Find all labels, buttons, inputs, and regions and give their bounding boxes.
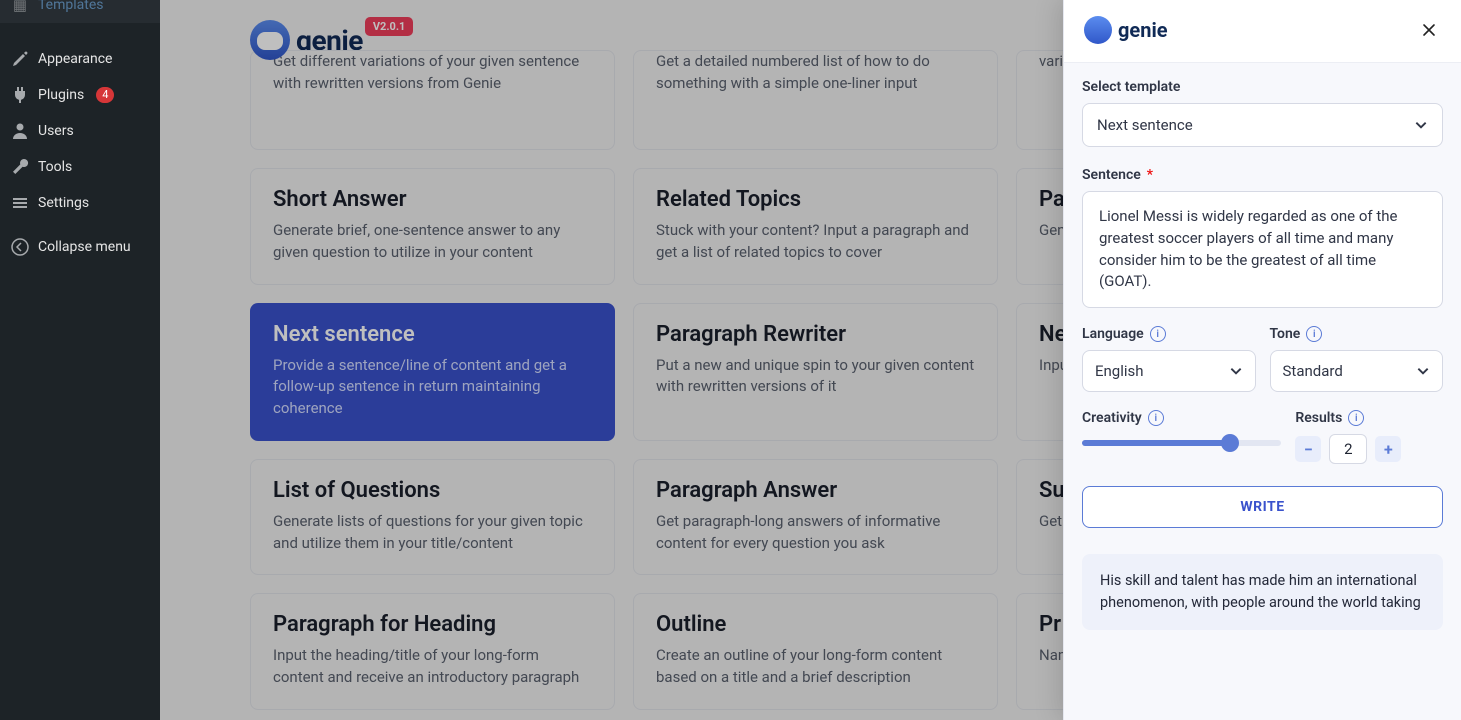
language-value: English xyxy=(1095,362,1144,380)
close-icon xyxy=(1421,22,1437,38)
sidebar-item-tools[interactable]: Tools xyxy=(0,149,160,185)
results-stepper: − 2 + xyxy=(1295,434,1443,464)
sidebar-label: Plugins xyxy=(38,87,84,103)
language-label: Language xyxy=(1082,326,1144,342)
chevron-down-icon xyxy=(1414,118,1428,132)
collapse-icon xyxy=(10,237,30,257)
results-label: Results xyxy=(1295,410,1342,426)
sentence-input[interactable]: Lionel Messi is widely regarded as one o… xyxy=(1082,191,1443,308)
write-button[interactable]: WRITE xyxy=(1082,486,1443,528)
result-text: His skill and talent has made him an int… xyxy=(1100,572,1421,611)
template-select-value: Next sentence xyxy=(1097,116,1193,134)
tone-select[interactable]: Standard xyxy=(1270,350,1444,392)
panel-app-name: genie xyxy=(1118,18,1168,42)
sidebar-item-collapse[interactable]: Collapse menu xyxy=(0,229,160,265)
sentence-label: Sentence xyxy=(1082,167,1141,183)
user-icon xyxy=(10,121,30,141)
template-select[interactable]: Next sentence xyxy=(1082,103,1443,147)
slider-thumb[interactable] xyxy=(1221,434,1239,452)
result-card[interactable]: His skill and talent has made him an int… xyxy=(1082,554,1443,630)
wp-admin-sidebar: ▦ Templates Appearance Plugins 4 Users T… xyxy=(0,0,160,720)
sidebar-label: Users xyxy=(38,123,74,139)
info-icon[interactable]: i xyxy=(1348,410,1364,426)
info-icon[interactable]: i xyxy=(1150,326,1166,342)
genie-mascot-icon xyxy=(1084,16,1112,44)
plugins-badge: 4 xyxy=(96,87,114,103)
sidebar-item-plugins[interactable]: Plugins 4 xyxy=(0,77,160,113)
sidebar-item-users[interactable]: Users xyxy=(0,113,160,149)
close-button[interactable] xyxy=(1417,18,1441,42)
sidebar-item-appearance[interactable]: Appearance xyxy=(0,41,160,77)
chevron-down-icon xyxy=(1229,364,1243,378)
required-indicator: * xyxy=(1147,167,1153,183)
genie-side-panel: genie Select template Next sentence Sent… xyxy=(1063,0,1461,720)
sidebar-label: Collapse menu xyxy=(38,239,131,255)
grid-icon: ▦ xyxy=(10,0,30,15)
sidebar-label: Appearance xyxy=(38,51,112,67)
info-icon[interactable]: i xyxy=(1148,410,1164,426)
sidebar-label: Tools xyxy=(38,159,72,175)
language-select[interactable]: English xyxy=(1082,350,1256,392)
results-value[interactable]: 2 xyxy=(1329,434,1367,464)
select-template-label: Select template xyxy=(1082,79,1443,95)
creativity-label: Creativity xyxy=(1082,410,1142,426)
increment-button[interactable]: + xyxy=(1375,436,1401,462)
brush-icon xyxy=(10,49,30,69)
tone-label: Tone xyxy=(1270,326,1301,342)
panel-logo: genie xyxy=(1084,16,1168,44)
sliders-icon xyxy=(10,193,30,213)
info-icon[interactable]: i xyxy=(1306,326,1322,342)
chevron-down-icon xyxy=(1416,364,1430,378)
tone-value: Standard xyxy=(1283,362,1343,380)
slider-fill xyxy=(1082,440,1230,446)
decrement-button[interactable]: − xyxy=(1295,436,1321,462)
plug-icon xyxy=(10,85,30,105)
sidebar-item-settings[interactable]: Settings xyxy=(0,185,160,221)
creativity-slider[interactable] xyxy=(1082,440,1281,446)
sidebar-label: Settings xyxy=(38,195,89,211)
sidebar-item-templates[interactable]: ▦ Templates xyxy=(0,0,160,23)
sidebar-label: Templates xyxy=(38,0,104,13)
wrench-icon xyxy=(10,157,30,177)
